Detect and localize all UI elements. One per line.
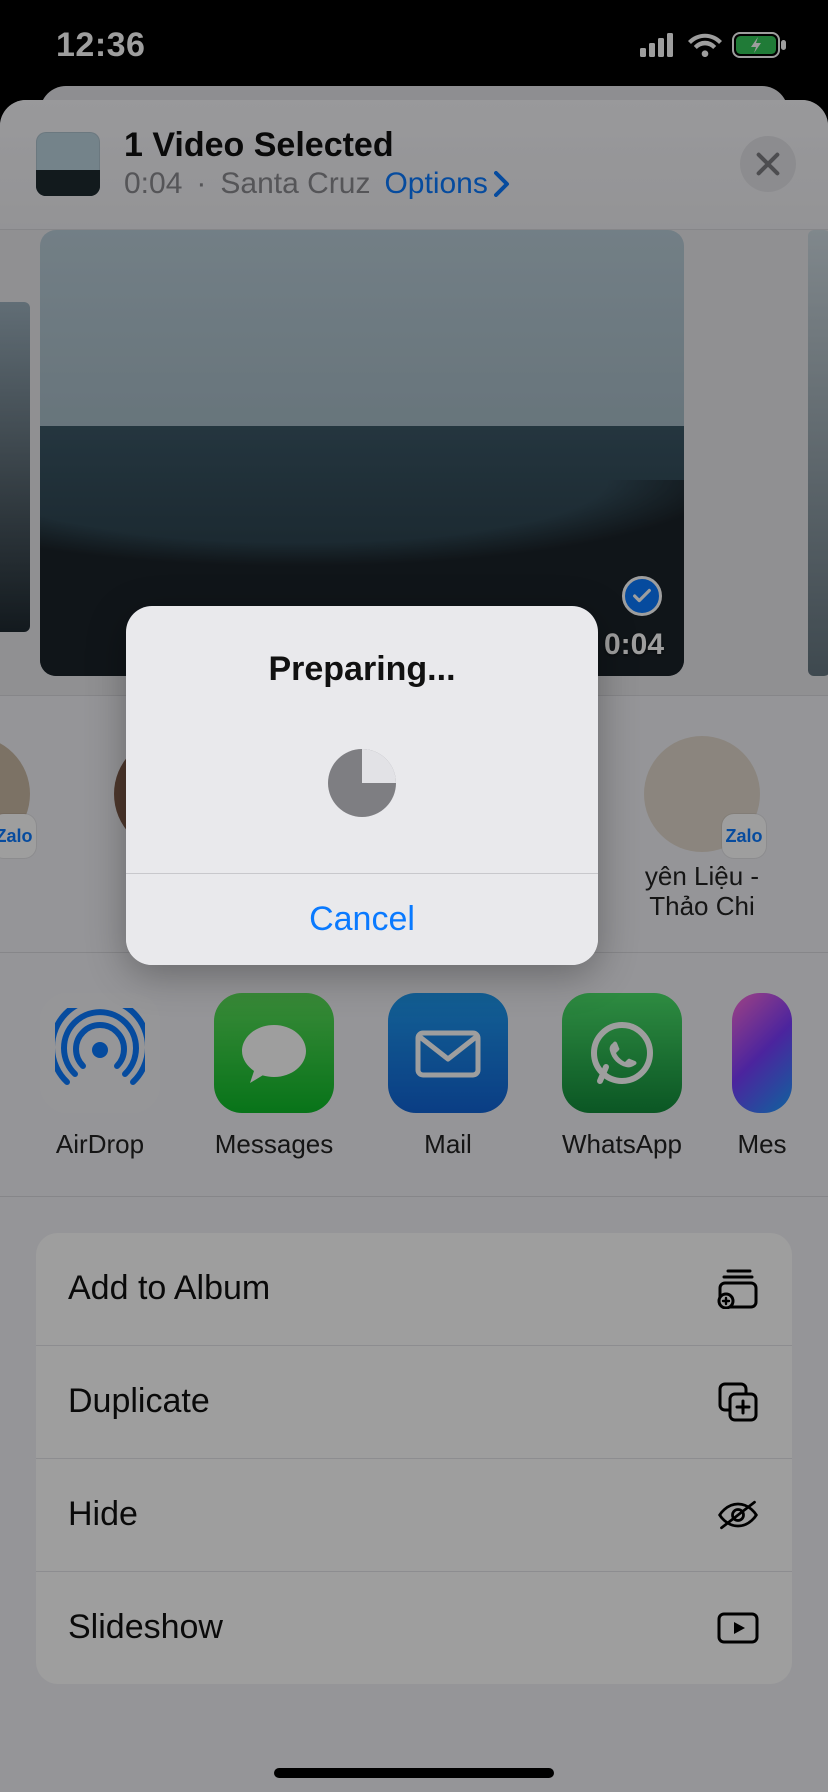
cancel-button[interactable]: Cancel xyxy=(126,873,598,965)
preparing-alert: Preparing... Cancel xyxy=(126,606,598,965)
progress-pie-icon xyxy=(328,749,396,817)
alert-title: Preparing... xyxy=(268,650,455,689)
screen: 12:36 1 Video Selected 0:04 · Santa Cruz… xyxy=(0,0,828,1792)
home-indicator[interactable] xyxy=(274,1768,554,1778)
alert-body: Preparing... xyxy=(126,606,598,873)
cancel-label: Cancel xyxy=(309,900,415,938)
